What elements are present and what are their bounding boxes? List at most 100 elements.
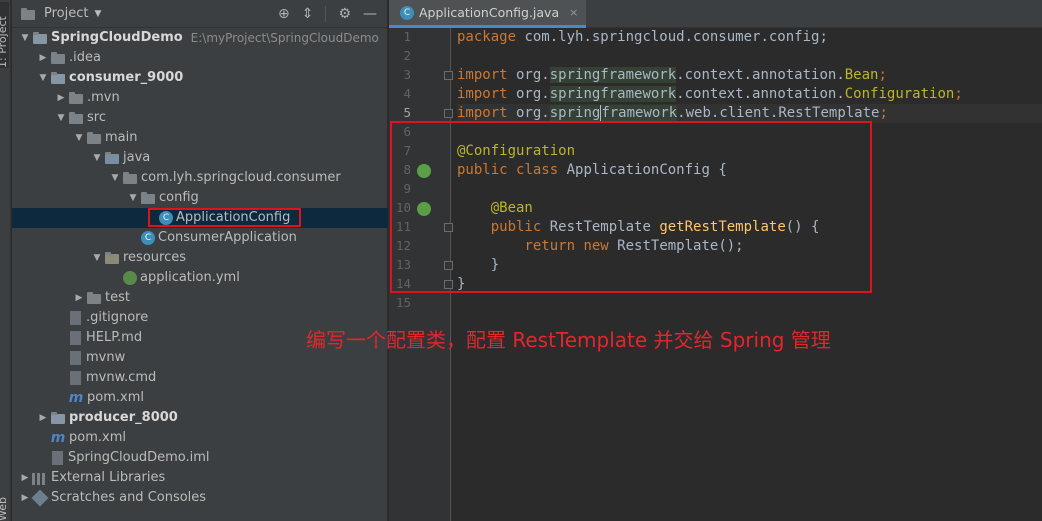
chevron-down-icon[interactable]: ▼ [94,9,101,19]
tree-item-label: External Libraries [51,470,166,485]
keyword: import [457,105,508,121]
project-panel-header: Project ▼ ⊕ ⇕ ⚙ — [12,0,387,28]
module-folder-icon [50,70,66,86]
tree-item-external-libraries[interactable]: ▶ External Libraries [12,468,388,488]
tree-item-mvn[interactable]: ▶ .mvn [12,88,388,108]
tree-item-label: resources [123,250,187,265]
tool-window-strip: 1: Project Web [0,0,11,521]
tree-item-main[interactable]: ▼ main [12,128,388,148]
chevron-down-icon[interactable]: ▼ [90,248,104,268]
tree-item-path: E:\myProject\SpringCloudDemo [190,31,379,45]
package-icon [122,170,138,186]
chevron-right-icon[interactable]: ▶ [36,48,50,68]
code-text: ; [878,67,887,83]
chevron-down-icon[interactable]: ▼ [54,108,68,128]
chevron-down-icon[interactable]: ▼ [36,68,50,88]
annotation-caption: 编写一个配置类，配置 RestTemplate 并交给 Spring 管理 [306,328,831,352]
gear-icon[interactable]: ⚙ [338,6,351,22]
scratches-icon [31,489,49,507]
chevron-right-icon[interactable]: ▶ [72,288,86,308]
tree-item-iml[interactable]: ▶ SpringCloudDemo.iml [12,448,388,468]
folder-icon [68,90,84,106]
line-number: 5 [403,105,411,120]
line-number: 1 [403,29,411,44]
tree-item-label: application.yml [140,270,240,285]
code-line-1: package com.lyh.springcloud.consumer.con… [457,28,828,47]
tree-item-label: .gitignore [86,310,149,325]
tab-label: ApplicationConfig.java [419,5,560,20]
editor: C ApplicationConfig.java × 1 2 3 4 5 6 7… [389,0,1042,521]
tree-item-scratches[interactable]: ▶ Scratches and Consoles [12,488,388,508]
collapse-icon[interactable]: ⇕ [302,6,314,22]
keyword: import [457,86,508,102]
fold-marker-icon[interactable] [444,71,453,80]
tree-item-springclouddemo[interactable]: ▼ SpringCloudDemo E:\myProject\SpringClo… [12,28,388,48]
tree-item-config[interactable]: ▼ config [12,188,388,208]
chevron-down-icon[interactable]: ▼ [126,188,140,208]
tree-item-root-pom-xml[interactable]: ▶ m pom.xml [12,428,388,448]
tree-item-application-yml[interactable]: ▶ application.yml [12,268,388,288]
close-icon[interactable]: × [569,6,578,19]
tree-item-pom-xml[interactable]: ▶ m pom.xml [12,388,388,408]
line-number: 3 [403,67,411,82]
spring-boot-class-icon: C [141,231,155,245]
tree-item-consumer-9000[interactable]: ▼ consumer_9000 [12,68,388,88]
toolbar-divider [325,5,327,22]
chevron-right-icon[interactable]: ▶ [54,88,68,108]
code-line-3: import org.springframework.context.annot… [457,66,887,85]
web-tool-tab[interactable]: Web [0,497,9,521]
fold-marker-icon[interactable] [444,109,453,118]
tree-item-label: HELP.md [86,330,143,345]
chevron-down-icon[interactable]: ▼ [72,128,86,148]
chevron-right-icon[interactable]: ▶ [18,488,32,508]
tree-item-label: java [123,150,151,165]
tree-item-consumerapplication[interactable]: ▶ C ConsumerApplication [12,228,388,248]
spring-config-icon [123,271,137,285]
code-text: Bean [844,67,879,83]
java-class-icon: C [400,5,414,20]
tab-applicationconfig[interactable]: C ApplicationConfig.java × [389,0,587,28]
chevron-right-icon[interactable]: ▶ [36,408,50,428]
tree-item-label: config [159,190,199,205]
chevron-down-icon[interactable]: ▼ [18,28,32,48]
tree-item-label: mvnw.cmd [86,370,157,385]
project-view-selector[interactable]: Project [44,6,88,21]
file-icon [70,311,81,325]
tree-item-package[interactable]: ▼ com.lyh.springcloud.consumer [12,168,388,188]
maven-icon: m [50,430,66,446]
tree-item-label: SpringCloudDemo [51,30,183,45]
chevron-down-icon[interactable]: ▼ [108,168,122,188]
tree-item-resources[interactable]: ▼ resources [12,248,388,268]
project-panel: Project ▼ ⊕ ⇕ ⚙ — ▼ SpringCloudDemo E:\m… [12,0,388,521]
keyword: package [457,29,517,45]
code-text: springframework [549,67,677,83]
code-text: com.lyh.springcloud.consumer.config; [516,29,828,45]
line-number: 4 [403,86,411,101]
code-text: org. [507,86,550,102]
maven-icon: m [68,390,84,406]
tree-item-label: test [105,290,130,305]
line-number: 15 [395,295,411,310]
project-toolbar: ⊕ ⇕ ⚙ — [278,5,387,22]
tree-item-producer-8000[interactable]: ▶ producer_8000 [12,408,388,428]
code-text: spring [549,105,601,121]
code-text: org. [507,105,550,121]
tree-item-label: SpringCloudDemo.iml [68,450,210,465]
chevron-down-icon[interactable]: ▼ [90,148,104,168]
folder-icon [86,130,102,146]
tree-item-label: producer_8000 [69,410,178,425]
markdown-file-icon [70,331,81,345]
tree-item-java[interactable]: ▼ java [12,148,388,168]
tree-item-idea[interactable]: ▶ .idea [12,48,388,68]
chevron-right-icon[interactable]: ▶ [18,468,32,488]
tree-item-test[interactable]: ▶ test [12,288,388,308]
tree-item-mvnw-cmd[interactable]: ▶ mvnw.cmd [12,368,388,388]
target-icon[interactable]: ⊕ [278,6,290,22]
keyword: import [457,67,508,83]
package-icon [140,190,156,206]
tree-item-src[interactable]: ▼ src [12,108,388,128]
tree-item-label: pom.xml [69,430,126,445]
module-folder-icon [32,30,48,46]
hide-icon[interactable]: — [363,6,377,22]
project-tool-tab[interactable]: 1: Project [0,2,9,68]
